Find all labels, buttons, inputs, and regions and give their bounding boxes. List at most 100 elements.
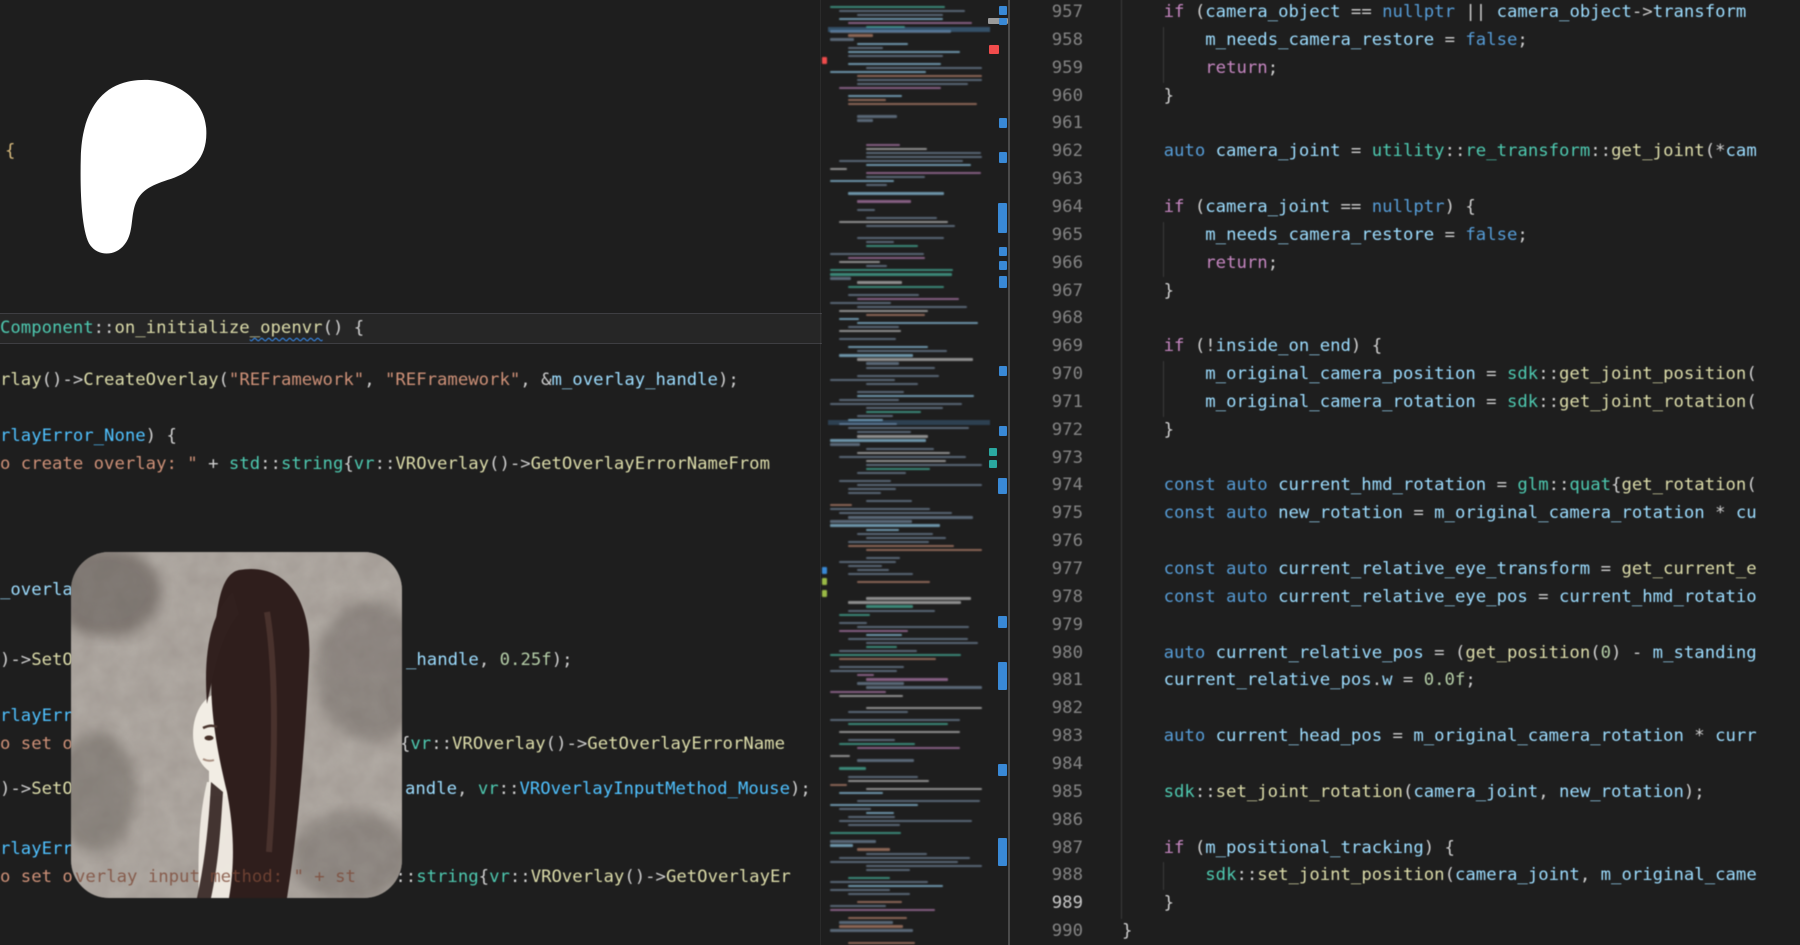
line-number[interactable]: 988 (1008, 862, 1083, 890)
line-number[interactable]: 968 (1008, 305, 1083, 333)
code-line[interactable]: const auto current_hmd_rotation = glm::q… (1164, 472, 1757, 500)
code-line[interactable]: const auto current_relative_eye_transfor… (1164, 556, 1757, 584)
code-token: vr (489, 867, 510, 887)
right-editor-pane[interactable]: 9579589599609619629639649659669679689699… (1008, 0, 1800, 945)
line-number[interactable]: 962 (1008, 138, 1083, 166)
line-number[interactable]: 981 (1008, 667, 1083, 695)
code-line[interactable]: } (1164, 890, 1174, 918)
code-line[interactable]: const auto new_rotation = m_original_cam… (1164, 500, 1757, 528)
code-token: ; (1517, 225, 1527, 245)
line-number[interactable]: 973 (1008, 445, 1083, 473)
line-number[interactable]: 986 (1008, 807, 1083, 835)
code-line[interactable]: auto current_relative_pos = (get_positio… (1164, 640, 1757, 668)
code-line[interactable]: current_relative_pos.w = 0.0f; (1164, 667, 1476, 695)
code-line[interactable]: m_needs_camera_restore = false; (1205, 222, 1528, 250)
code-token: auto (1164, 643, 1206, 663)
indent-guide (1163, 250, 1164, 278)
line-number[interactable]: 990 (1008, 918, 1083, 945)
line-number[interactable]: 976 (1008, 528, 1083, 556)
minimap[interactable] (828, 0, 990, 945)
code-line[interactable]: } (1122, 918, 1132, 945)
code-line[interactable]: {vr::VROverlay()->GetOverlayErrorName (400, 731, 785, 759)
line-number[interactable]: 958 (1008, 27, 1083, 55)
minimap-row (857, 395, 974, 397)
overview-ruler[interactable] (988, 0, 1008, 945)
line-number[interactable]: 985 (1008, 779, 1083, 807)
line-number[interactable]: 975 (1008, 500, 1083, 528)
line-number[interactable]: 983 (1008, 723, 1083, 751)
line-number[interactable]: 957 (1008, 0, 1083, 27)
code-line[interactable]: _overla (0, 577, 73, 605)
code-line[interactable]: m_needs_camera_restore = false; (1205, 27, 1528, 55)
line-number[interactable]: 982 (1008, 695, 1083, 723)
code-line[interactable]: rlayError_None) { (0, 423, 177, 451)
line-number[interactable]: 961 (1008, 110, 1083, 138)
line-number[interactable]: 974 (1008, 472, 1083, 500)
line-number[interactable]: 960 (1008, 83, 1083, 111)
code-token: get_joint (1611, 141, 1705, 161)
line-number[interactable]: 984 (1008, 751, 1083, 779)
code-line[interactable]: if (camera_joint == nullptr) { (1164, 194, 1476, 222)
code-line[interactable]: sdk::set_joint_position(camera_joint, m_… (1205, 862, 1756, 890)
code-line[interactable]: return; (1205, 250, 1278, 278)
minimap-row (830, 889, 890, 891)
code-token: get_joint_position (1559, 364, 1746, 384)
code-line[interactable]: } (1164, 83, 1174, 111)
line-number[interactable]: 967 (1008, 278, 1083, 306)
left-editor-pane[interactable]: {Component::on_initialize_openvr() {rlay… (0, 0, 822, 945)
ruler-marker (989, 448, 997, 456)
code-line[interactable]: )->SetO (0, 776, 73, 804)
code-line[interactable]: andle, vr::VROverlayInputMethod_Mouse); (405, 776, 811, 804)
line-number[interactable]: 978 (1008, 584, 1083, 612)
code-line[interactable]: o create overlay: " + std::string{vr::VR… (0, 451, 770, 479)
code-line[interactable]: } (1164, 417, 1174, 445)
code-line[interactable]: d::string{vr::VROverlay()->GetOverlayEr (385, 864, 791, 892)
code-line[interactable]: Component::on_initialize_openvr() { (0, 315, 364, 343)
pane-divider[interactable] (1008, 0, 1010, 945)
line-number[interactable]: 989 (1008, 890, 1083, 918)
line-number[interactable]: 969 (1008, 333, 1083, 361)
ruler-marker (999, 276, 1007, 288)
line-number[interactable]: 966 (1008, 250, 1083, 278)
line-number[interactable]: 977 (1008, 556, 1083, 584)
code-token: inside_on_end (1216, 336, 1351, 356)
code-line[interactable]: sdk::set_joint_rotation(camera_joint, ne… (1164, 779, 1705, 807)
code-line[interactable]: )->SetO (0, 647, 73, 675)
minimap-row (866, 853, 927, 855)
code-line[interactable]: } (1164, 278, 1174, 306)
code-line[interactable]: auto current_head_pos = m_original_camer… (1164, 723, 1757, 751)
code-line[interactable]: { (5, 138, 15, 166)
code-line[interactable]: o set o (0, 731, 73, 759)
code-token: { (1611, 475, 1621, 495)
minimap-row (848, 286, 944, 288)
code-line[interactable]: return; (1205, 55, 1278, 83)
left-pane-scrollbar-edge[interactable] (820, 0, 821, 945)
minimap-row (839, 480, 891, 482)
line-number[interactable]: 963 (1008, 166, 1083, 194)
line-number[interactable]: 965 (1008, 222, 1083, 250)
line-number[interactable]: 979 (1008, 612, 1083, 640)
code-line[interactable]: if (m_positional_tracking) { (1164, 835, 1455, 863)
minimap-row (830, 719, 960, 721)
code-line[interactable]: _handle, 0.25f); (406, 647, 573, 675)
line-number[interactable]: 972 (1008, 417, 1083, 445)
line-number[interactable]: 970 (1008, 361, 1083, 389)
code-line[interactable]: o set o (0, 864, 73, 892)
ruler-marker (999, 118, 1007, 128)
code-line[interactable]: if (!inside_on_end) { (1164, 333, 1383, 361)
line-number[interactable]: 971 (1008, 389, 1083, 417)
line-number[interactable]: 980 (1008, 640, 1083, 668)
code-line[interactable]: rlay()->CreateOverlay("REFramework", "RE… (0, 367, 739, 395)
code-line[interactable]: m_original_camera_rotation = sdk::get_jo… (1205, 389, 1756, 417)
code-line[interactable]: auto camera_joint = utility::re_transfor… (1164, 138, 1757, 166)
code-line[interactable]: rlayErr (0, 703, 73, 731)
code-line[interactable]: const auto current_relative_eye_pos = cu… (1164, 584, 1757, 612)
minimap-row (866, 707, 982, 709)
line-number[interactable]: 987 (1008, 835, 1083, 863)
code-line[interactable]: m_original_camera_position = sdk::get_jo… (1205, 361, 1756, 389)
minimap-row (848, 346, 928, 348)
code-line[interactable]: rlayErr (0, 836, 73, 864)
line-number[interactable]: 959 (1008, 55, 1083, 83)
code-line[interactable]: if (camera_object == nullptr || camera_o… (1164, 0, 1747, 27)
line-number[interactable]: 964 (1008, 194, 1083, 222)
